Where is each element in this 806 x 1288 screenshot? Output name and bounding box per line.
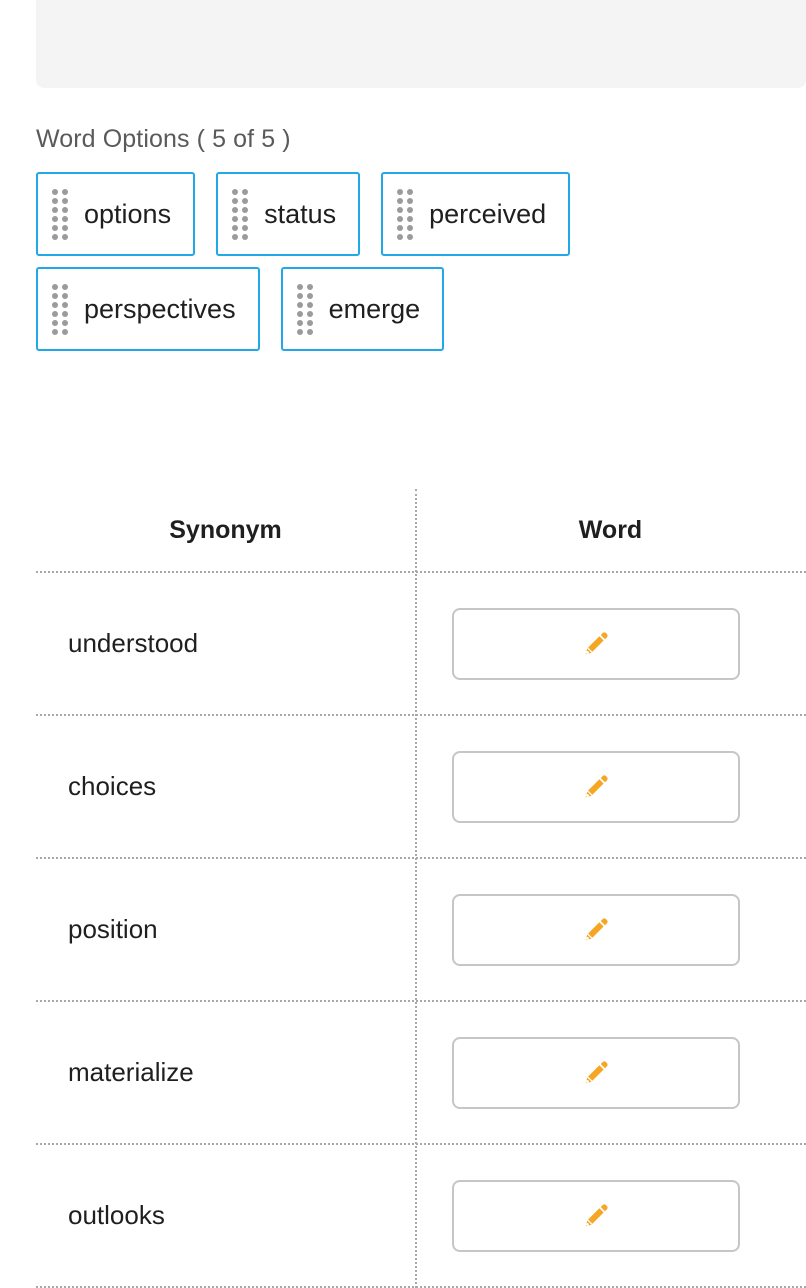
drag-handle-icon[interactable]: [232, 188, 249, 240]
word-cell: [415, 859, 806, 1000]
synonym-cell: outlooks: [36, 1145, 415, 1286]
word-chip-status[interactable]: status: [216, 172, 361, 256]
pencil-icon: [585, 1060, 608, 1083]
pencil-icon: [585, 774, 608, 797]
synonym-text: understood: [68, 628, 199, 658]
word-options-section: Word Options ( 5 of 5 ) options status p…: [36, 124, 796, 362]
drag-handle-icon[interactable]: [52, 283, 68, 335]
synonym-cell: materialize: [36, 1002, 415, 1143]
word-chip-options[interactable]: options: [36, 172, 196, 256]
word-drop-zone[interactable]: [452, 607, 740, 680]
synonym-text: choices: [68, 771, 157, 801]
word-drop-zone[interactable]: [452, 750, 740, 823]
pencil-icon: [585, 631, 608, 654]
column-header-synonym: Synonym: [169, 515, 282, 544]
word-options-title: Word Options ( 5 of 5 ): [36, 125, 291, 153]
header-cell-word: Word: [415, 489, 806, 571]
word-options-chip-row: perspectives emerge: [36, 267, 796, 351]
pencil-icon: [585, 917, 608, 940]
top-passage-panel: [36, 0, 806, 88]
synonym-cell: understood: [36, 573, 415, 714]
column-header-word: Word: [578, 515, 643, 544]
table-row: outlooks: [36, 1145, 806, 1288]
word-chip-label: emerge: [328, 293, 421, 324]
header-cell-synonym: Synonym: [36, 489, 415, 571]
drag-handle-icon[interactable]: [52, 188, 68, 240]
synonym-text: materialize: [68, 1057, 194, 1087]
word-chip-label: perspectives: [84, 293, 236, 324]
word-chip-label: options: [84, 198, 172, 229]
table-header-row: Synonym Word: [36, 489, 806, 573]
word-chip-perceived[interactable]: perceived: [381, 172, 571, 256]
word-chip-label: perceived: [429, 198, 547, 229]
synonym-cell: choices: [36, 716, 415, 857]
word-cell: [415, 573, 806, 714]
synonym-word-match-table: Synonym Word understood choices position…: [36, 489, 806, 1288]
synonym-cell: position: [36, 859, 415, 1000]
word-options-chip-list: options status perceived perspectives em…: [36, 172, 796, 351]
word-drop-zone[interactable]: [452, 1036, 740, 1109]
table-row: choices: [36, 716, 806, 859]
drag-handle-icon[interactable]: [397, 188, 414, 240]
word-chip-perspectives[interactable]: perspectives: [36, 267, 260, 351]
word-drop-zone[interactable]: [452, 893, 740, 966]
word-cell: [415, 1145, 806, 1286]
drag-handle-icon[interactable]: [296, 283, 313, 335]
word-chip-emerge[interactable]: emerge: [280, 267, 445, 351]
exercise-page: Word Options ( 5 of 5 ) options status p…: [0, 0, 806, 1288]
table-row: position: [36, 859, 806, 1002]
word-cell: [415, 716, 806, 857]
word-cell: [415, 1002, 806, 1143]
word-chip-label: status: [264, 198, 337, 229]
table-row: understood: [36, 573, 806, 716]
pencil-icon: [585, 1203, 608, 1226]
word-options-chip-row: options status perceived: [36, 172, 796, 256]
synonym-text: position: [68, 914, 158, 944]
synonym-text: outlooks: [68, 1200, 165, 1230]
word-drop-zone[interactable]: [452, 1179, 740, 1252]
table-row: materialize: [36, 1002, 806, 1145]
